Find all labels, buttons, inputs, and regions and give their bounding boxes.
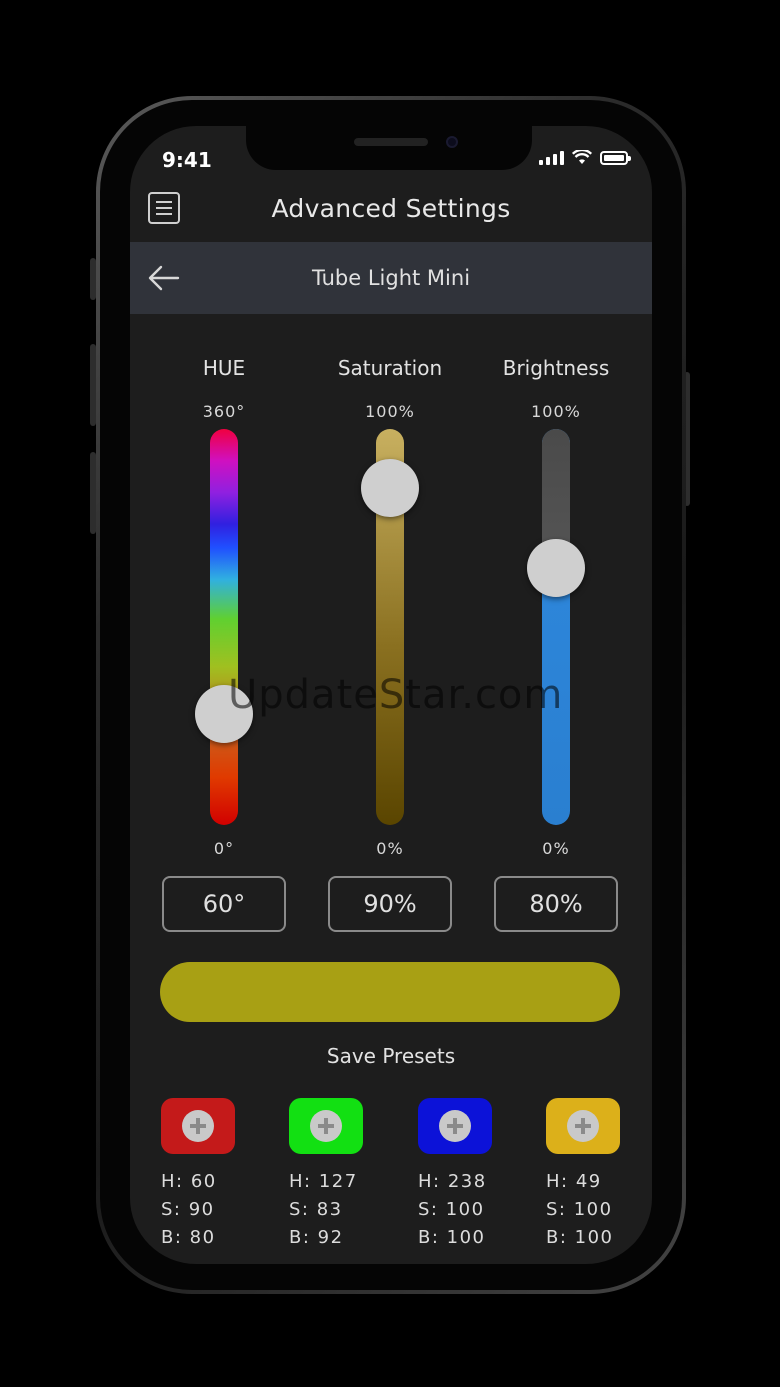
plus-icon (439, 1110, 471, 1142)
preset-4-brightness: B: 100 (546, 1227, 614, 1248)
brightness-label: Brightness (502, 356, 610, 380)
hue-control: HUE 360° 0° 60° (159, 356, 289, 932)
plus-icon (182, 1110, 214, 1142)
page-title: Advanced Settings (271, 194, 511, 223)
preset-2-saturation: S: 83 (289, 1199, 343, 1220)
save-presets-title: Save Presets (326, 1044, 456, 1068)
preset-2-swatch[interactable] (289, 1098, 363, 1154)
preset-4: H: 49 S: 100 B: 100 (546, 1098, 626, 1252)
saturation-slider-thumb[interactable] (361, 459, 419, 518)
brightness-max-label: 100% (531, 402, 581, 421)
notch (246, 126, 532, 170)
battery-icon (600, 151, 631, 165)
speaker-grille (354, 138, 428, 146)
preset-1-saturation: S: 90 (161, 1199, 215, 1220)
hue-value-input[interactable]: 60° (162, 876, 286, 932)
preset-3-brightness: B: 100 (418, 1227, 486, 1248)
preset-2: H: 127 S: 83 B: 92 (289, 1098, 369, 1252)
hue-label: HUE (202, 356, 246, 380)
saturation-value-input[interactable]: 90% (328, 876, 452, 932)
preset-4-hue: H: 49 (546, 1171, 602, 1192)
preset-1-brightness: B: 80 (161, 1227, 216, 1248)
plus-icon (567, 1110, 599, 1142)
status-icons (539, 150, 631, 165)
device-header: Tube Light Mini (130, 242, 652, 314)
saturation-label: Saturation (337, 356, 443, 380)
device-name: Tube Light Mini (311, 266, 471, 290)
saturation-slider-track[interactable] (361, 429, 419, 825)
brightness-value-input[interactable]: 80% (494, 876, 618, 932)
preset-2-brightness: B: 92 (289, 1227, 344, 1248)
saturation-min-label: 0% (376, 839, 404, 858)
hue-slider-track[interactable] (195, 429, 253, 825)
front-camera (446, 136, 458, 148)
preset-1-hue: H: 60 (161, 1171, 217, 1192)
wifi-icon (572, 150, 592, 164)
preset-3-saturation: S: 100 (418, 1199, 485, 1220)
brightness-slider-thumb[interactable] (527, 538, 585, 597)
brightness-min-label: 0% (542, 839, 570, 858)
preset-1: H: 60 S: 90 B: 80 (161, 1098, 241, 1252)
signal-icon (539, 151, 564, 165)
status-time: 9:41 (162, 148, 212, 172)
preset-1-swatch[interactable] (161, 1098, 235, 1154)
preset-4-swatch[interactable] (546, 1098, 620, 1154)
hue-min-label: 0° (213, 839, 235, 858)
plus-icon (310, 1110, 342, 1142)
saturation-max-label: 100% (365, 402, 415, 421)
preset-3-swatch[interactable] (418, 1098, 492, 1154)
brightness-control: Brightness 100% 0% 80% (491, 356, 621, 932)
saturation-control: Saturation 100% 0% 90% (325, 356, 455, 932)
hue-max-label: 360° (202, 402, 246, 421)
preset-2-hue: H: 127 (289, 1171, 358, 1192)
preset-3-hue: H: 238 (418, 1171, 487, 1192)
preset-4-saturation: S: 100 (546, 1199, 613, 1220)
watermark: UpdateStar.com (228, 672, 564, 718)
preset-3: H: 238 S: 100 B: 100 (418, 1098, 498, 1252)
color-preview-bar (160, 962, 620, 1022)
phone-screen: 9:41 Advanced Settings Tube Light Mini H… (130, 126, 652, 1264)
brightness-slider-track[interactable] (527, 429, 585, 825)
